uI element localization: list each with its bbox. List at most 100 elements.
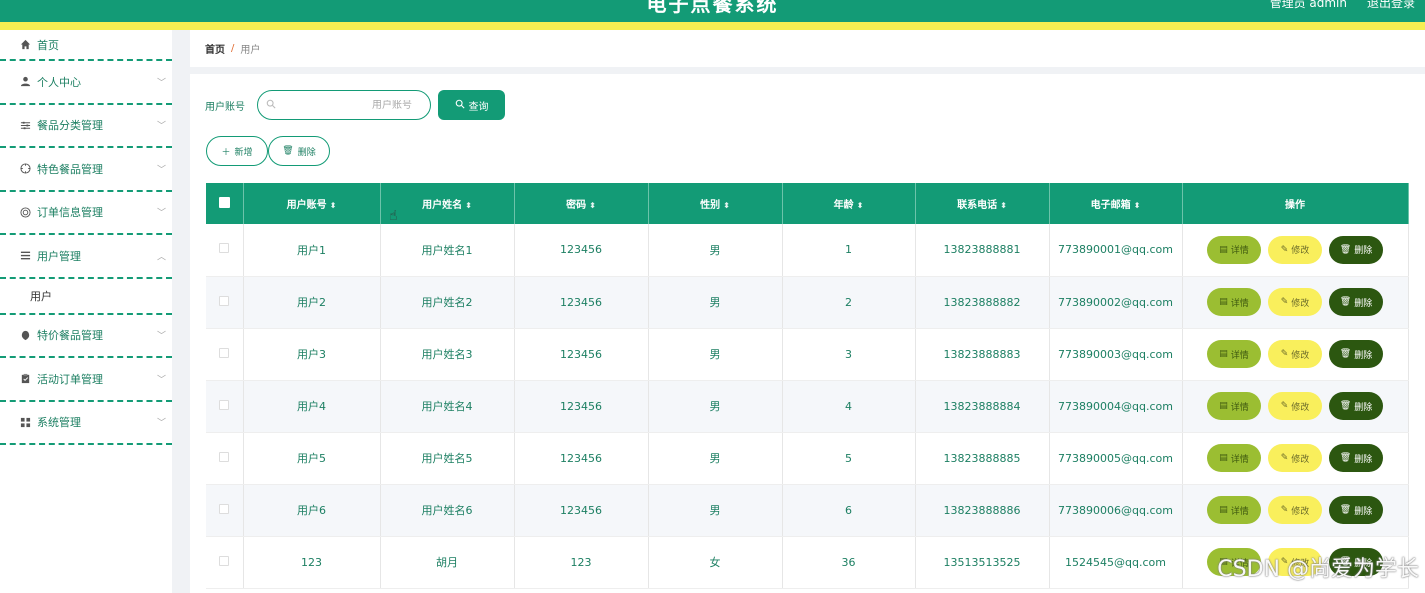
- table-cell: 13823888882: [915, 276, 1050, 329]
- sidebar-item-label: 活动订单管理: [37, 372, 103, 386]
- column-header[interactable]: 用户姓名 ⬍: [380, 183, 515, 224]
- table-cell: 123: [243, 536, 381, 589]
- edit-button[interactable]: ✎ 修改: [1268, 496, 1322, 524]
- chevron-down-icon: ﹀: [156, 331, 166, 342]
- edit-button[interactable]: ✎ 修改: [1268, 235, 1322, 264]
- sidebar-item-profile[interactable]: 个人中心 ﹀: [0, 61, 172, 105]
- header-stripe: [0, 22, 1425, 30]
- row-checkbox[interactable]: [219, 295, 230, 306]
- column-header[interactable]: 电子邮箱 ⬍: [1049, 183, 1183, 224]
- table-cell: 男: [648, 380, 783, 433]
- sidebar-item-system[interactable]: 系统管理 ﹀: [0, 402, 172, 445]
- detail-button[interactable]: ▤ 详情: [1207, 392, 1261, 420]
- top-header: 电子点餐系统 管理员 admin 退出登录: [0, 0, 1425, 22]
- actions-cell: ▤ 详情 ✎ 修改 🗑 删除: [1182, 484, 1409, 537]
- sort-icon[interactable]: ⬍: [1134, 201, 1141, 210]
- logout-link[interactable]: 退出登录: [1367, 0, 1415, 11]
- sidebar-item-label: 个人中心: [37, 75, 81, 89]
- add-button[interactable]: ＋ 新增: [206, 136, 268, 166]
- sidebar-item-featured[interactable]: 特色餐品管理 ﹀: [0, 148, 172, 192]
- table-cell: 13823888886: [915, 484, 1050, 537]
- search-icon: [266, 99, 276, 112]
- grid-icon: [18, 415, 32, 429]
- table-cell: 用户1: [243, 224, 381, 277]
- breadcrumb-home[interactable]: 首页: [205, 41, 225, 56]
- row-checkbox[interactable]: [219, 399, 230, 410]
- delete-button[interactable]: 🗑 删除: [1329, 340, 1383, 368]
- detail-button[interactable]: ▤ 详情: [1207, 288, 1261, 316]
- sort-icon[interactable]: ⬍: [723, 201, 730, 210]
- sort-icon[interactable]: ⬍: [465, 201, 472, 210]
- row-checkbox[interactable]: [219, 555, 230, 566]
- column-header[interactable]: 用户账号 ⬍: [243, 183, 381, 224]
- row-checkbox[interactable]: [219, 347, 230, 358]
- sidebar-subitem-user[interactable]: 用户: [0, 278, 172, 315]
- row-select-cell[interactable]: [206, 380, 244, 433]
- sidebar-item-label: 首页: [37, 38, 59, 52]
- sort-icon[interactable]: ⬍: [330, 201, 337, 210]
- batch-delete-button[interactable]: 🗑 删除: [268, 136, 330, 166]
- table-cell: 男: [648, 328, 783, 381]
- search-input[interactable]: [276, 99, 416, 111]
- users-table: 用户账号 ⬍ 用户姓名 ⬍ 密码 ⬍ 性别 ⬍ 年龄 ⬍ 联系电话 ⬍ 电子邮箱 ⬍ 操作 用…: [206, 183, 1409, 589]
- row-select-cell[interactable]: [206, 432, 244, 485]
- column-header[interactable]: 年龄 ⬍: [782, 183, 916, 224]
- table-cell: 用户姓名4: [380, 380, 515, 433]
- delete-button[interactable]: 🗑 删除: [1329, 444, 1383, 472]
- column-header[interactable]: 联系电话 ⬍: [915, 183, 1050, 224]
- table-cell: 用户5: [243, 432, 381, 485]
- table-cell: 5: [782, 432, 916, 485]
- row-checkbox[interactable]: [219, 451, 230, 462]
- row-select-cell[interactable]: [206, 484, 244, 537]
- detail-button[interactable]: ▤ 详情: [1207, 235, 1261, 264]
- detail-button[interactable]: ▤ 详情: [1207, 340, 1261, 368]
- select-all-cell[interactable]: [206, 183, 244, 224]
- delete-button[interactable]: 🗑 删除: [1329, 235, 1383, 264]
- delete-button[interactable]: 🗑 删除: [1329, 392, 1383, 420]
- sidebar-item-home[interactable]: 首页: [0, 30, 172, 61]
- table-cell: 用户姓名3: [380, 328, 515, 381]
- table-cell: 女: [648, 536, 783, 589]
- table-cell: 用户4: [243, 380, 381, 433]
- row-select-cell[interactable]: [206, 328, 244, 381]
- sidebar-item-users[interactable]: 用户管理 ︿: [0, 235, 172, 279]
- row-checkbox[interactable]: [219, 243, 230, 254]
- search-button[interactable]: 查询: [438, 90, 505, 120]
- table-cell: 用户姓名2: [380, 276, 515, 329]
- sidebar-item-special[interactable]: 特价餐品管理 ﹀: [0, 315, 172, 358]
- table-row: 用户1 用户姓名1 123456 男 1 13823888881 773890001@qq.…: [206, 224, 1409, 277]
- column-header[interactable]: 性别 ⬍: [648, 183, 783, 224]
- table-cell: 用户2: [243, 276, 381, 329]
- pencil-icon: ✎: [1280, 297, 1289, 307]
- sidebar-item-activity-orders[interactable]: 活动订单管理 ﹀: [0, 358, 172, 402]
- breadcrumb-current: 用户: [240, 45, 261, 56]
- sidebar-item-orders[interactable]: 订单信息管理 ﹀: [0, 192, 172, 235]
- row-checkbox[interactable]: [219, 503, 230, 514]
- edit-button[interactable]: ✎ 修改: [1268, 444, 1322, 472]
- delete-button[interactable]: 🗑 删除: [1329, 496, 1383, 524]
- row-select-cell[interactable]: [206, 224, 244, 277]
- table-cell: 用户6: [243, 484, 381, 537]
- clipboard-icon: [18, 372, 32, 386]
- sidebar-item-category[interactable]: 餐品分类管理 ﹀: [0, 105, 172, 148]
- column-header[interactable]: 密码 ⬍: [514, 183, 649, 224]
- edit-button[interactable]: ✎ 修改: [1268, 288, 1322, 316]
- trash-icon: 🗑: [1339, 244, 1352, 255]
- row-select-cell[interactable]: [206, 276, 244, 329]
- search-box[interactable]: [257, 90, 431, 120]
- sort-icon[interactable]: ⬍: [1000, 201, 1007, 210]
- table-cell: 1: [782, 224, 916, 277]
- edit-button[interactable]: ✎ 修改: [1268, 340, 1322, 368]
- select-all-checkbox[interactable]: [218, 196, 230, 208]
- row-select-cell[interactable]: [206, 536, 244, 589]
- pencil-icon: ✎: [1280, 244, 1289, 255]
- edit-button[interactable]: ✎ 修改: [1268, 392, 1322, 420]
- delete-button[interactable]: 🗑 删除: [1329, 288, 1383, 316]
- table-cell: 6: [782, 484, 916, 537]
- sort-icon[interactable]: ⬍: [857, 201, 864, 210]
- sort-icon[interactable]: ⬍: [589, 201, 596, 210]
- table-row: 用户5 用户姓名5 123456 男 5 13823888885 773890005@qq.…: [206, 432, 1409, 485]
- detail-button[interactable]: ▤ 详情: [1207, 496, 1261, 524]
- trash-icon: 🗑: [1339, 505, 1352, 515]
- detail-button[interactable]: ▤ 详情: [1207, 444, 1261, 472]
